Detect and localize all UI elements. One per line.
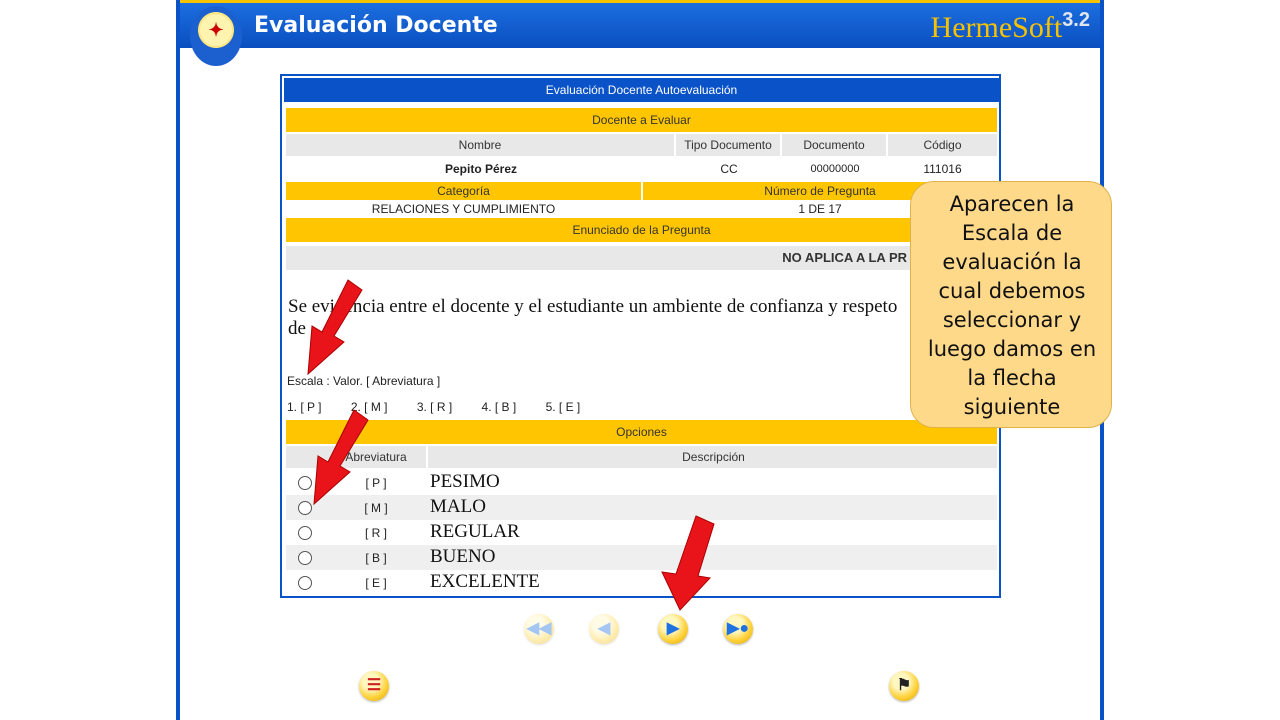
teacher-codigo: 111016 [923, 162, 962, 176]
next-question-button[interactable]: ▶ [658, 614, 688, 644]
callout-line: la flecha [967, 366, 1057, 390]
callout-line: luego damos en [927, 337, 1097, 361]
opciones-header: Opciones [286, 420, 997, 444]
app-logo-icon: ✦ [190, 6, 242, 66]
callout-line: Escala de [961, 221, 1063, 245]
category-header: Categoría Número de Pregunta [286, 182, 997, 200]
finish-button[interactable]: ⚑ [889, 671, 919, 701]
option-desc: MALO [430, 496, 486, 517]
last-question-button[interactable]: ▶● [723, 614, 753, 644]
panel-title: Evaluación Docente Autoevaluación [284, 78, 999, 102]
col-tipo-documento: Tipo Documento [676, 134, 782, 156]
categoria-label: Categoría [286, 182, 641, 200]
teacher-table-header: Nombre Tipo Documento Documento Código [286, 134, 997, 156]
teacher-documento: 00000000 [810, 163, 860, 175]
option-desc: BUENO [430, 546, 496, 567]
question-line-2: de [288, 318, 306, 339]
scale-item: 3. [ R ] [416, 400, 453, 414]
option-desc: EXCELENTE [430, 571, 540, 592]
categoria-value: RELACIONES Y CUMPLIMIENTO [371, 202, 556, 216]
previous-question-button[interactable]: ◀ [589, 614, 619, 644]
callout-text: Aparecen la Escala de evaluación la cual… [911, 190, 1113, 422]
col-codigo: Código [923, 138, 962, 152]
option-row-bueno[interactable]: [ B ] BUENO [286, 545, 997, 570]
callout-line: siguiente [963, 395, 1061, 419]
brand-name: HermeSoft [930, 11, 1063, 44]
callout-line: seleccionar y [942, 308, 1082, 332]
question-list-button[interactable]: ☰ [359, 671, 389, 701]
arrow-right-icon: ▶ [666, 620, 680, 637]
list-icon: ☰ [366, 677, 382, 694]
option-radio-bueno[interactable] [298, 551, 312, 565]
scale-item: 5. [ E ] [545, 400, 581, 414]
enunciado-header: Enunciado de la Pregunta [286, 218, 997, 242]
scale-item: 4. [ B ] [481, 400, 517, 414]
question-line-1: Se evidencia entre el docente y el estud… [288, 296, 898, 317]
evaluation-panel: Evaluación Docente Autoevaluación Docent… [280, 74, 1001, 598]
no-aplica-label: NO APLICA A LA PR [286, 246, 997, 270]
callout-line: Aparecen la [949, 192, 1075, 216]
annotation-arrow-icon [661, 515, 715, 611]
rewind-icon: ◀◀ [526, 620, 552, 637]
option-desc: PESIMO [430, 471, 500, 492]
arrow-left-icon: ◀ [597, 620, 611, 637]
brand-logo: HermeSoft3.2 [931, 9, 1090, 45]
app-title: Evaluación Docente [254, 13, 498, 38]
option-desc: REGULAR [430, 521, 520, 542]
annotation-arrow-icon [313, 409, 369, 506]
option-row-regular[interactable]: [ R ] REGULAR [286, 520, 997, 545]
col-descripcion: Descripción [682, 450, 745, 464]
first-question-button[interactable]: ◀◀ [524, 614, 554, 644]
col-documento: Documento [782, 134, 888, 156]
annotation-arrow-icon [307, 279, 363, 376]
header-bar: Evaluación Docente HermeSoft3.2 [180, 0, 1100, 48]
option-radio-excelente[interactable] [298, 576, 312, 590]
fast-forward-icon: ▶● [727, 620, 749, 637]
teacher-tipo-documento: CC [720, 162, 738, 176]
option-row-malo[interactable]: [ M ] MALO [286, 495, 997, 520]
callout-line: cual debemos [938, 279, 1086, 303]
teacher-name: Pepito Pérez [444, 162, 518, 176]
docente-section-header: Docente a Evaluar [286, 108, 997, 132]
option-row-pesimo[interactable]: [ P ] PESIMO [286, 470, 997, 495]
option-abbr: [ B ] [365, 551, 387, 565]
category-row: RELACIONES Y CUMPLIMIENTO 1 DE 17 [286, 200, 997, 218]
callout-line: evaluación la [942, 250, 1082, 274]
checkered-flag-icon: ⚑ [896, 677, 912, 694]
option-abbr: [ E ] [365, 576, 387, 590]
question-text: Se evidencia entre el docente y el estud… [288, 296, 978, 340]
instruction-callout: Aparecen la Escala de evaluación la cual… [910, 181, 1112, 428]
col-nombre: Nombre [286, 134, 676, 156]
options-table-header: Abreviatura Descripción [286, 446, 997, 468]
option-abbr: [ R ] [364, 526, 387, 540]
option-radio-regular[interactable] [298, 526, 312, 540]
option-row-excelente[interactable]: [ E ] EXCELENTE [286, 570, 997, 595]
brand-version: 3.2 [1062, 9, 1090, 31]
teacher-row: Pepito Pérez CC 00000000 111016 [286, 158, 997, 180]
